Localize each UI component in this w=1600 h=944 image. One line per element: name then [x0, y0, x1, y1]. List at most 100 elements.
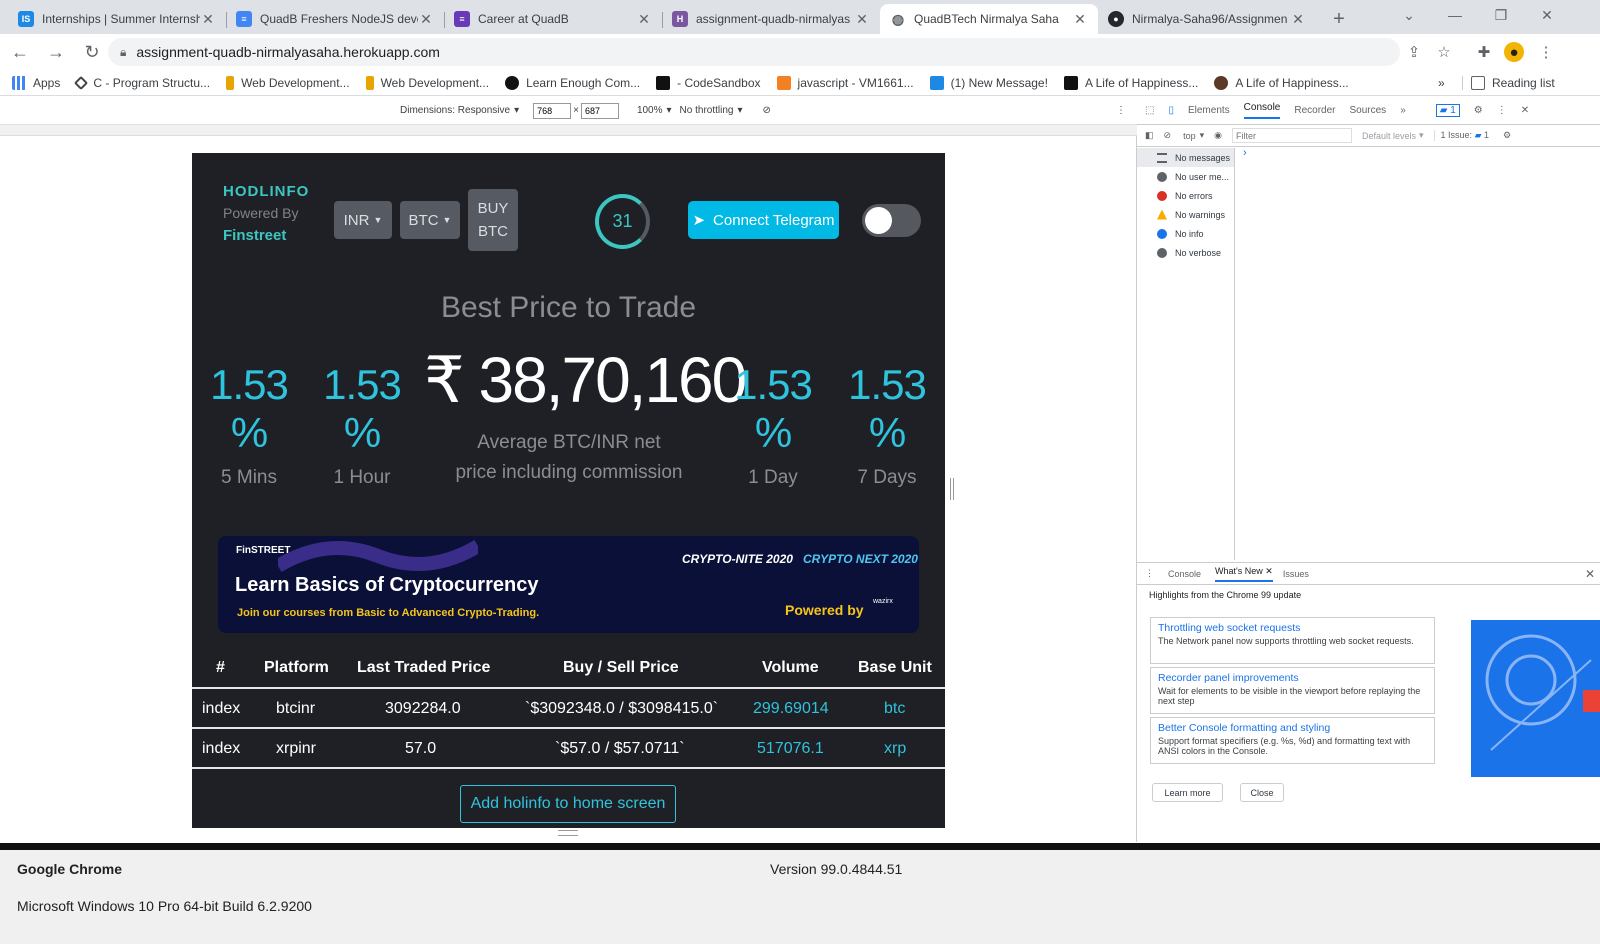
- bookmark-item[interactable]: - CodeSandbox: [656, 75, 761, 90]
- drawer-tab-console[interactable]: Console: [1168, 569, 1201, 579]
- tab-recorder[interactable]: Recorder: [1294, 105, 1335, 116]
- bookmark-item[interactable]: Web Development...: [365, 75, 489, 90]
- drawer-menu-icon[interactable]: ⋮: [1145, 568, 1154, 579]
- new-tab-button[interactable]: +: [1324, 4, 1354, 34]
- devtools-close-icon[interactable]: ✕: [1521, 105, 1529, 116]
- console-settings-icon[interactable]: ⚙: [1503, 130, 1511, 141]
- error-icon: [1157, 190, 1167, 201]
- bookmark-item[interactable]: A Life of Happiness...: [1214, 75, 1349, 90]
- tab-internships[interactable]: IS Internships | Summer Internsh ✕: [8, 4, 226, 34]
- reload-button[interactable]: ↻: [76, 36, 108, 68]
- coin-select[interactable]: BTC ▼: [400, 201, 460, 239]
- bookmark-apps[interactable]: Apps: [12, 75, 60, 90]
- filter-messages[interactable]: No messages: [1137, 148, 1234, 167]
- profile-avatar[interactable]: ●: [1504, 42, 1524, 62]
- log-levels-select[interactable]: Default levels: [1362, 131, 1416, 141]
- address-bar[interactable]: 🔒︎ assignment-quadb-nirmalyasaha.herokua…: [108, 38, 1400, 66]
- throttle-select[interactable]: No throttling: [680, 105, 734, 116]
- bookmark-item[interactable]: (1) New Message!: [929, 75, 1048, 90]
- close-icon[interactable]: ✕: [854, 11, 870, 28]
- drawer-tab-whats-new[interactable]: What's New ✕: [1215, 566, 1273, 582]
- bookmark-item[interactable]: javascript - VM1661...: [776, 75, 914, 90]
- minimize-button[interactable]: —: [1432, 0, 1478, 30]
- menu-icon[interactable]: ⋮: [1536, 42, 1556, 62]
- finstreet-link[interactable]: Finstreet: [223, 227, 286, 244]
- devtools-menu-icon[interactable]: ⋮: [1497, 105, 1507, 116]
- window-close-button[interactable]: ✕: [1524, 0, 1570, 30]
- tab-search-icon[interactable]: ⌄: [1386, 0, 1432, 30]
- add-to-home-button[interactable]: Add holinfo to home screen: [460, 785, 676, 823]
- close-icon[interactable]: ✕: [1072, 11, 1088, 28]
- theme-toggle[interactable]: [862, 204, 921, 237]
- feature-card[interactable]: Better Console formatting and styling Sup…: [1150, 717, 1435, 764]
- filter-verbose[interactable]: No verbose: [1137, 243, 1234, 262]
- close-icon[interactable]: ✕: [1265, 566, 1273, 576]
- console-prompt-icon[interactable]: ›: [1243, 147, 1247, 159]
- stat-percent: 1.53 %: [848, 361, 927, 456]
- bookmark-label: Web Development...: [241, 75, 350, 90]
- feature-card[interactable]: Recorder panel improvements Wait for elem…: [1150, 667, 1435, 714]
- sidebar-toggle-icon[interactable]: ◧: [1145, 130, 1154, 141]
- tab-elements[interactable]: Elements: [1188, 105, 1230, 116]
- filter-user-messages[interactable]: No user me...: [1137, 167, 1234, 186]
- close-icon[interactable]: ✕: [1290, 11, 1306, 28]
- console-filter-input[interactable]: [1231, 128, 1352, 143]
- more-tabs-icon[interactable]: »: [1400, 105, 1406, 116]
- bookmark-item[interactable]: A Life of Happiness...: [1063, 75, 1198, 90]
- share-icon[interactable]: ⇪: [1404, 42, 1424, 62]
- drawer-close-icon[interactable]: ✕: [1585, 567, 1595, 581]
- resize-handle[interactable]: [945, 153, 960, 828]
- buy-btc-button[interactable]: BUY BTC: [468, 189, 518, 251]
- bottom-resize-grip-icon[interactable]: [558, 830, 578, 836]
- device-width-input[interactable]: [533, 102, 572, 119]
- drawer-tab-issues[interactable]: Issues: [1283, 569, 1309, 579]
- device-height-input[interactable]: [580, 102, 619, 119]
- reading-list[interactable]: Reading list: [1462, 75, 1555, 90]
- tab-career[interactable]: ≡ Career at QuadB ✕: [444, 4, 662, 34]
- back-button[interactable]: ←: [4, 36, 36, 68]
- issues-counter[interactable]: 1 Issue: ▰ 1: [1433, 130, 1489, 141]
- tab-heroku[interactable]: H assignment-quadb-nirmalyas ✕: [662, 4, 880, 34]
- tab-github[interactable]: ● Nirmalya-Saha96/Assignmen ✕: [1098, 4, 1316, 34]
- inspect-icon[interactable]: ⬚: [1145, 105, 1154, 116]
- lock-icon[interactable]: 🔒︎: [120, 45, 126, 60]
- tab-console[interactable]: Console: [1243, 102, 1281, 119]
- close-button[interactable]: Close: [1240, 783, 1284, 802]
- rotate-icon[interactable]: ⊘: [763, 105, 771, 116]
- filter-warnings[interactable]: No warnings: [1137, 205, 1234, 224]
- clear-console-icon[interactable]: ⊘: [1164, 130, 1172, 141]
- device-toggle-icon[interactable]: ▯: [1168, 105, 1174, 116]
- eye-icon[interactable]: ◉: [1214, 130, 1222, 141]
- crypto-next-logo: CRYPTO NEXT 2020: [803, 552, 918, 566]
- extensions-icon[interactable]: ✚: [1474, 42, 1494, 62]
- restore-button[interactable]: ❐: [1478, 0, 1524, 30]
- issues-badge[interactable]: ▰ 1: [1435, 104, 1460, 117]
- promo-banner[interactable]: FinSTREET Learn Basics of Cryptocurrency…: [218, 536, 919, 633]
- more-bookmarks-icon[interactable]: »: [1438, 76, 1445, 90]
- tab-sources[interactable]: Sources: [1350, 105, 1387, 116]
- close-icon[interactable]: ✕: [636, 11, 652, 28]
- filter-errors[interactable]: No errors: [1137, 186, 1234, 205]
- close-icon[interactable]: ✕: [200, 11, 216, 28]
- settings-gear-icon[interactable]: ⚙: [1474, 105, 1483, 116]
- zoom-select[interactable]: 100%: [637, 105, 663, 116]
- feature-card[interactable]: Throttling web socket requests The Networ…: [1150, 617, 1435, 664]
- app-logo[interactable]: HODLINFO: [223, 183, 309, 200]
- bookmark-star-icon[interactable]: ☆: [1434, 42, 1454, 62]
- more-options-icon[interactable]: ⋮: [1116, 105, 1126, 116]
- bookmark-item[interactable]: C - Program Structu...: [74, 75, 211, 90]
- filter-info[interactable]: No info: [1137, 224, 1234, 243]
- dimensions-select[interactable]: Dimensions: Responsive: [400, 105, 510, 116]
- connect-telegram-button[interactable]: ➤ Connect Telegram: [688, 201, 839, 239]
- currency-select[interactable]: INR ▼: [334, 201, 392, 239]
- bookmark-item[interactable]: Web Development...: [226, 75, 350, 90]
- apps-grid-icon: [12, 75, 26, 90]
- bookmark-item[interactable]: Learn Enough Com...: [505, 75, 640, 90]
- forward-button[interactable]: →: [40, 36, 72, 68]
- learn-more-button[interactable]: Learn more: [1152, 783, 1223, 802]
- bookmark-label: C - Program Structu...: [93, 75, 211, 90]
- tab-quadbtech[interactable]: ◍ QuadBTech Nirmalya Saha ✕: [880, 4, 1098, 34]
- close-icon[interactable]: ✕: [418, 11, 434, 28]
- context-select[interactable]: top: [1183, 131, 1196, 141]
- tab-quadb-doc[interactable]: ≡ QuadB Freshers NodeJS deve ✕: [226, 4, 444, 34]
